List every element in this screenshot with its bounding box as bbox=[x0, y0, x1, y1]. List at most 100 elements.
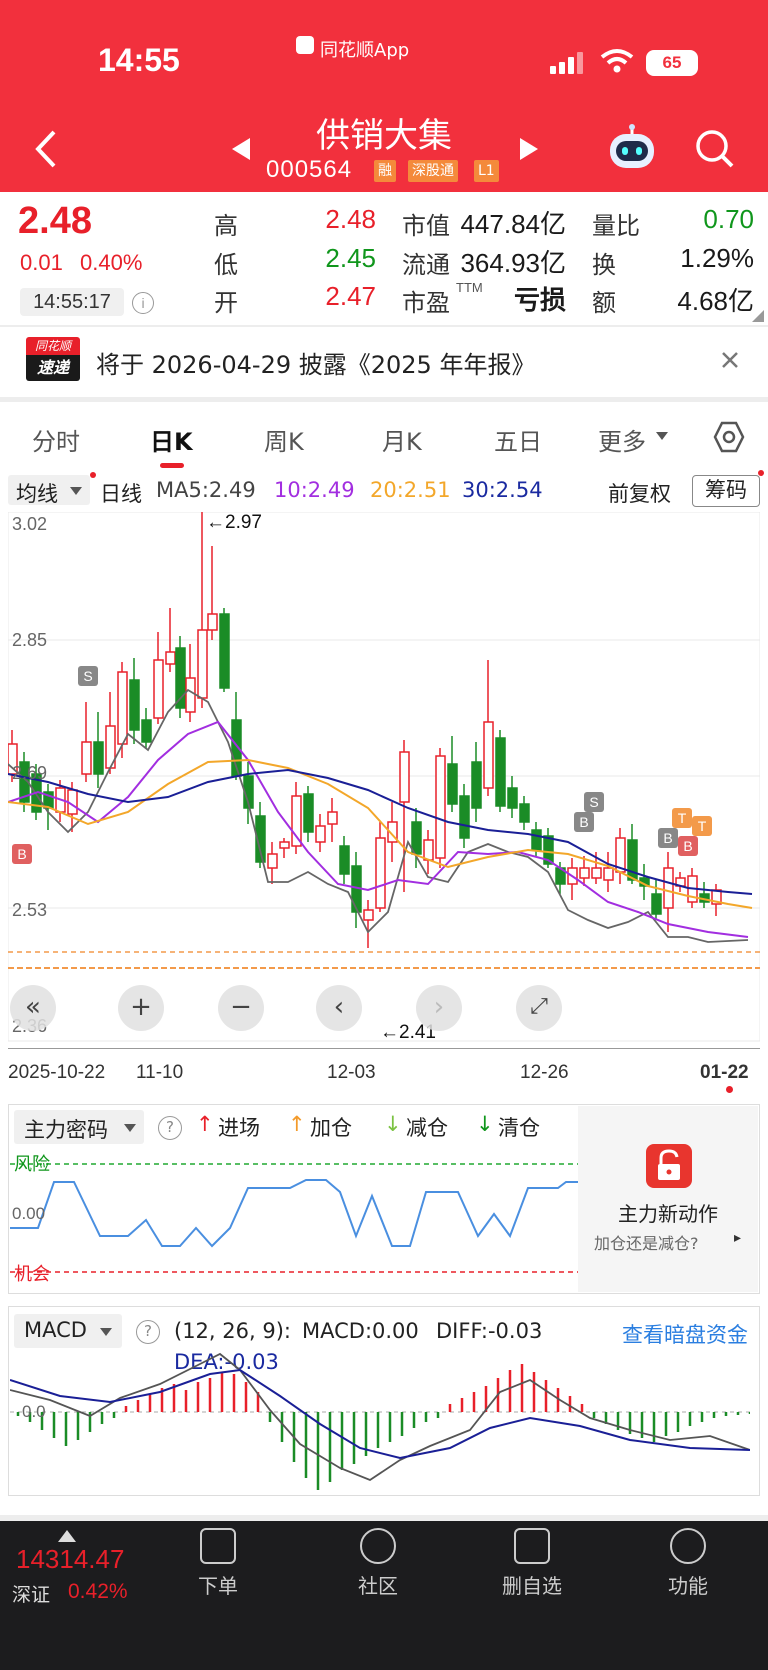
signal-chart[interactable] bbox=[10, 1150, 578, 1290]
legend-add: 加仓 bbox=[310, 1116, 352, 1140]
zoom-out-button[interactable]: − bbox=[218, 985, 264, 1031]
info-icon[interactable]: i bbox=[132, 292, 154, 314]
nav-remove-watchlist[interactable]: 删自选 bbox=[482, 1528, 582, 1599]
functions-menu-icon bbox=[670, 1528, 706, 1564]
settings-icon[interactable] bbox=[712, 420, 746, 454]
tab-more-arrow-icon bbox=[656, 432, 668, 440]
community-star-icon bbox=[360, 1528, 396, 1564]
chips-button[interactable]: 筹码 bbox=[692, 475, 760, 507]
candle-body bbox=[375, 837, 386, 909]
ma-selector-label: 均线 bbox=[16, 482, 58, 506]
signal-marker-label: S bbox=[589, 794, 598, 810]
candle-body bbox=[185, 677, 196, 713]
ma-selector-arrow-icon bbox=[70, 487, 82, 495]
signal-zero-label: 0.00 bbox=[12, 1204, 46, 1223]
nav-functions[interactable]: 功能 bbox=[638, 1528, 738, 1599]
signal-marker-label: T bbox=[678, 810, 687, 826]
candle-body bbox=[651, 893, 662, 915]
zoom-in-button[interactable]: + bbox=[118, 985, 164, 1031]
fullscreen-button[interactable]: ⤢ bbox=[516, 985, 562, 1031]
search-icon[interactable] bbox=[694, 128, 736, 170]
candle-body bbox=[219, 613, 230, 689]
candle-body bbox=[165, 651, 176, 665]
risk-label: 风险 bbox=[14, 1154, 50, 1175]
volratio-value: 0.70 bbox=[703, 204, 754, 234]
index-value[interactable]: 14314.47 bbox=[16, 1544, 124, 1575]
nav-order-label: 下单 bbox=[198, 1574, 238, 1598]
wifi-icon bbox=[600, 49, 634, 73]
signal-marker-label: B bbox=[17, 846, 26, 862]
zoom-out-far-button[interactable]: « bbox=[10, 985, 56, 1031]
ma20-value: 20:2.51 bbox=[370, 478, 451, 502]
amount-value: 4.68亿 bbox=[677, 286, 754, 316]
add-arrow-icon: ↑ bbox=[288, 1112, 306, 1136]
ma-period: 日线 bbox=[100, 482, 142, 506]
index-pct: 0.42% bbox=[68, 1580, 128, 1603]
tab-daily[interactable]: 日K bbox=[150, 422, 193, 457]
chance-label: 机会 bbox=[14, 1264, 50, 1285]
news-logo: 同花顺 速递 bbox=[26, 337, 80, 385]
candle-body bbox=[459, 795, 470, 839]
low-value: 2.45 bbox=[325, 243, 376, 273]
x-label-start: 2025-10-22 bbox=[8, 1062, 106, 1083]
candle-body bbox=[531, 829, 542, 851]
status-app-name: 同花顺App bbox=[320, 40, 410, 61]
red-dot-right bbox=[758, 470, 764, 476]
nav-remove-label: 删自选 bbox=[502, 1574, 562, 1598]
candle-body bbox=[495, 737, 506, 807]
candle-body bbox=[519, 803, 530, 823]
adjust-mode[interactable]: 前复权 bbox=[608, 478, 671, 508]
stock-code: 000564 bbox=[266, 156, 353, 183]
scroll-left-button[interactable]: ‹ bbox=[316, 985, 362, 1031]
tab-monthly[interactable]: 月K bbox=[382, 422, 422, 457]
notice-text: 将于 2026-04-29 披露《2025 年年报》 bbox=[96, 351, 536, 379]
pe-value: 亏损 bbox=[513, 285, 566, 315]
last-price: 2.48 bbox=[18, 200, 92, 242]
remove-watchlist-icon bbox=[514, 1528, 550, 1564]
help-icon[interactable]: ? bbox=[158, 1116, 182, 1140]
candle-body bbox=[141, 719, 152, 743]
tab-more[interactable]: 更多 bbox=[598, 422, 646, 457]
candle-body bbox=[591, 867, 602, 879]
reduce-arrow-icon: ↓ bbox=[384, 1112, 402, 1136]
amount-label: 额 bbox=[592, 289, 616, 317]
red-dot bbox=[90, 472, 96, 478]
dea-line bbox=[10, 1368, 750, 1460]
candle-body bbox=[663, 867, 674, 909]
kline-chart[interactable]: SBSBBT TB bbox=[8, 512, 760, 1042]
float-value: 364.93亿 bbox=[460, 248, 566, 278]
signal-marker-label: B bbox=[579, 814, 588, 830]
legend-clear: 清仓 bbox=[498, 1116, 540, 1140]
close-icon[interactable] bbox=[720, 350, 740, 370]
nav-community[interactable]: 社区 bbox=[328, 1528, 428, 1599]
tab-five-day[interactable]: 五日 bbox=[494, 422, 542, 457]
diff-line bbox=[10, 1352, 750, 1482]
macd-chart[interactable] bbox=[10, 1340, 750, 1490]
candle-body bbox=[197, 629, 208, 699]
expand-corner-icon[interactable] bbox=[752, 310, 764, 322]
legend-entry: 进场 bbox=[218, 1116, 260, 1140]
legend-reduce: 减仓 bbox=[406, 1116, 448, 1140]
tab-weekly[interactable]: 周K bbox=[264, 422, 304, 457]
news-logo-top: 同花顺 bbox=[26, 337, 80, 355]
scroll-right-button[interactable]: › bbox=[416, 985, 462, 1031]
quote-time: 14:55:17 bbox=[20, 288, 124, 316]
index-name: 深证 bbox=[12, 1584, 51, 1606]
robot-assistant-icon[interactable] bbox=[606, 124, 658, 172]
battery-indicator: 65 bbox=[646, 50, 698, 76]
promo-title: 主力新动作 bbox=[618, 1202, 718, 1226]
candle-body bbox=[339, 845, 350, 875]
index-up-arrow-icon bbox=[58, 1530, 76, 1542]
nav-order[interactable]: 下单 bbox=[168, 1528, 268, 1599]
volratio-label: 量比 bbox=[592, 212, 640, 240]
pe-label: 市盈 bbox=[402, 289, 450, 317]
signal-marker-label: S bbox=[83, 668, 92, 684]
news-logo-bottom: 速递 bbox=[26, 355, 80, 381]
price-change: 0.01 bbox=[20, 250, 63, 275]
candle-body bbox=[303, 793, 314, 833]
tab-intraday[interactable]: 分时 bbox=[32, 422, 80, 457]
candle-body bbox=[81, 741, 92, 775]
open-value: 2.47 bbox=[325, 281, 376, 311]
pe-ttm-label: TTM bbox=[456, 280, 483, 295]
x-end-dot bbox=[726, 1086, 733, 1093]
